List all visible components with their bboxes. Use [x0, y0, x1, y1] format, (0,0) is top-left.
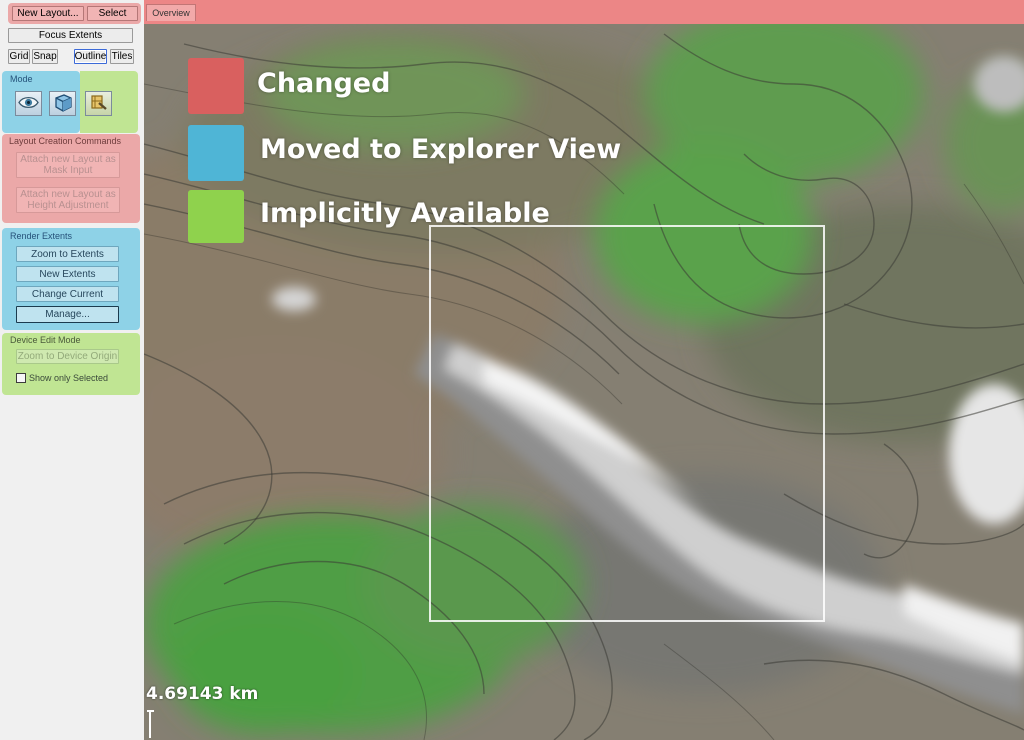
mode-3d-button[interactable]	[49, 91, 76, 116]
legend-swatch-implicit	[188, 190, 244, 243]
attach-mask-button[interactable]: Attach new Layout as Mask Input	[16, 152, 120, 178]
legend-label-moved: Moved to Explorer View	[260, 134, 622, 165]
scale-bar	[147, 710, 154, 738]
tab-strip	[144, 0, 1024, 24]
legend-label-changed: Changed	[257, 68, 391, 99]
show-only-selected-checkbox[interactable]	[16, 373, 26, 383]
mode-group-title: Mode	[10, 74, 33, 84]
mode-explore-button[interactable]	[15, 91, 42, 116]
tool-panel: New Layout... Select Focus Extents Grid …	[0, 0, 145, 740]
eye-icon	[18, 95, 39, 113]
grid-toggle[interactable]: Grid	[8, 49, 30, 64]
layout-edit-icon	[89, 93, 108, 114]
new-extents-button[interactable]: New Extents	[16, 266, 119, 282]
device-edit-title: Device Edit Mode	[10, 335, 81, 345]
focus-extents-button[interactable]: Focus Extents	[8, 28, 133, 43]
attach-height-button[interactable]: Attach new Layout as Height Adjustment	[16, 187, 120, 213]
show-only-selected-label: Show only Selected	[29, 373, 109, 383]
zoom-to-device-origin-button[interactable]: Zoom to Device Origin	[16, 349, 119, 364]
render-extents-frame[interactable]	[429, 225, 825, 622]
new-layout-button[interactable]: New Layout...	[12, 6, 84, 21]
legend-label-implicit: Implicitly Available	[260, 198, 550, 229]
legend-swatch-moved	[188, 125, 244, 181]
manage-extents-button[interactable]: Manage...	[16, 306, 119, 323]
outline-toggle[interactable]: Outline	[74, 49, 107, 64]
select-button[interactable]: Select	[87, 6, 138, 21]
scale-label: 4.69143 km	[146, 684, 259, 704]
render-extents-title: Render Extents	[10, 231, 73, 241]
mode-layout-button[interactable]	[85, 91, 112, 116]
cube-icon	[53, 93, 73, 115]
zoom-to-extents-button[interactable]: Zoom to Extents	[16, 246, 119, 262]
tab-overview[interactable]: Overview	[146, 4, 196, 21]
layout-creation-title: Layout Creation Commands	[9, 136, 122, 146]
legend-swatch-changed	[188, 58, 244, 114]
change-current-button[interactable]: Change Current	[16, 286, 119, 302]
terrain-map-view[interactable]: Changed Moved to Explorer View Implicitl…	[144, 24, 1024, 740]
tiles-toggle[interactable]: Tiles	[110, 49, 134, 64]
snap-toggle[interactable]: Snap	[32, 49, 58, 64]
